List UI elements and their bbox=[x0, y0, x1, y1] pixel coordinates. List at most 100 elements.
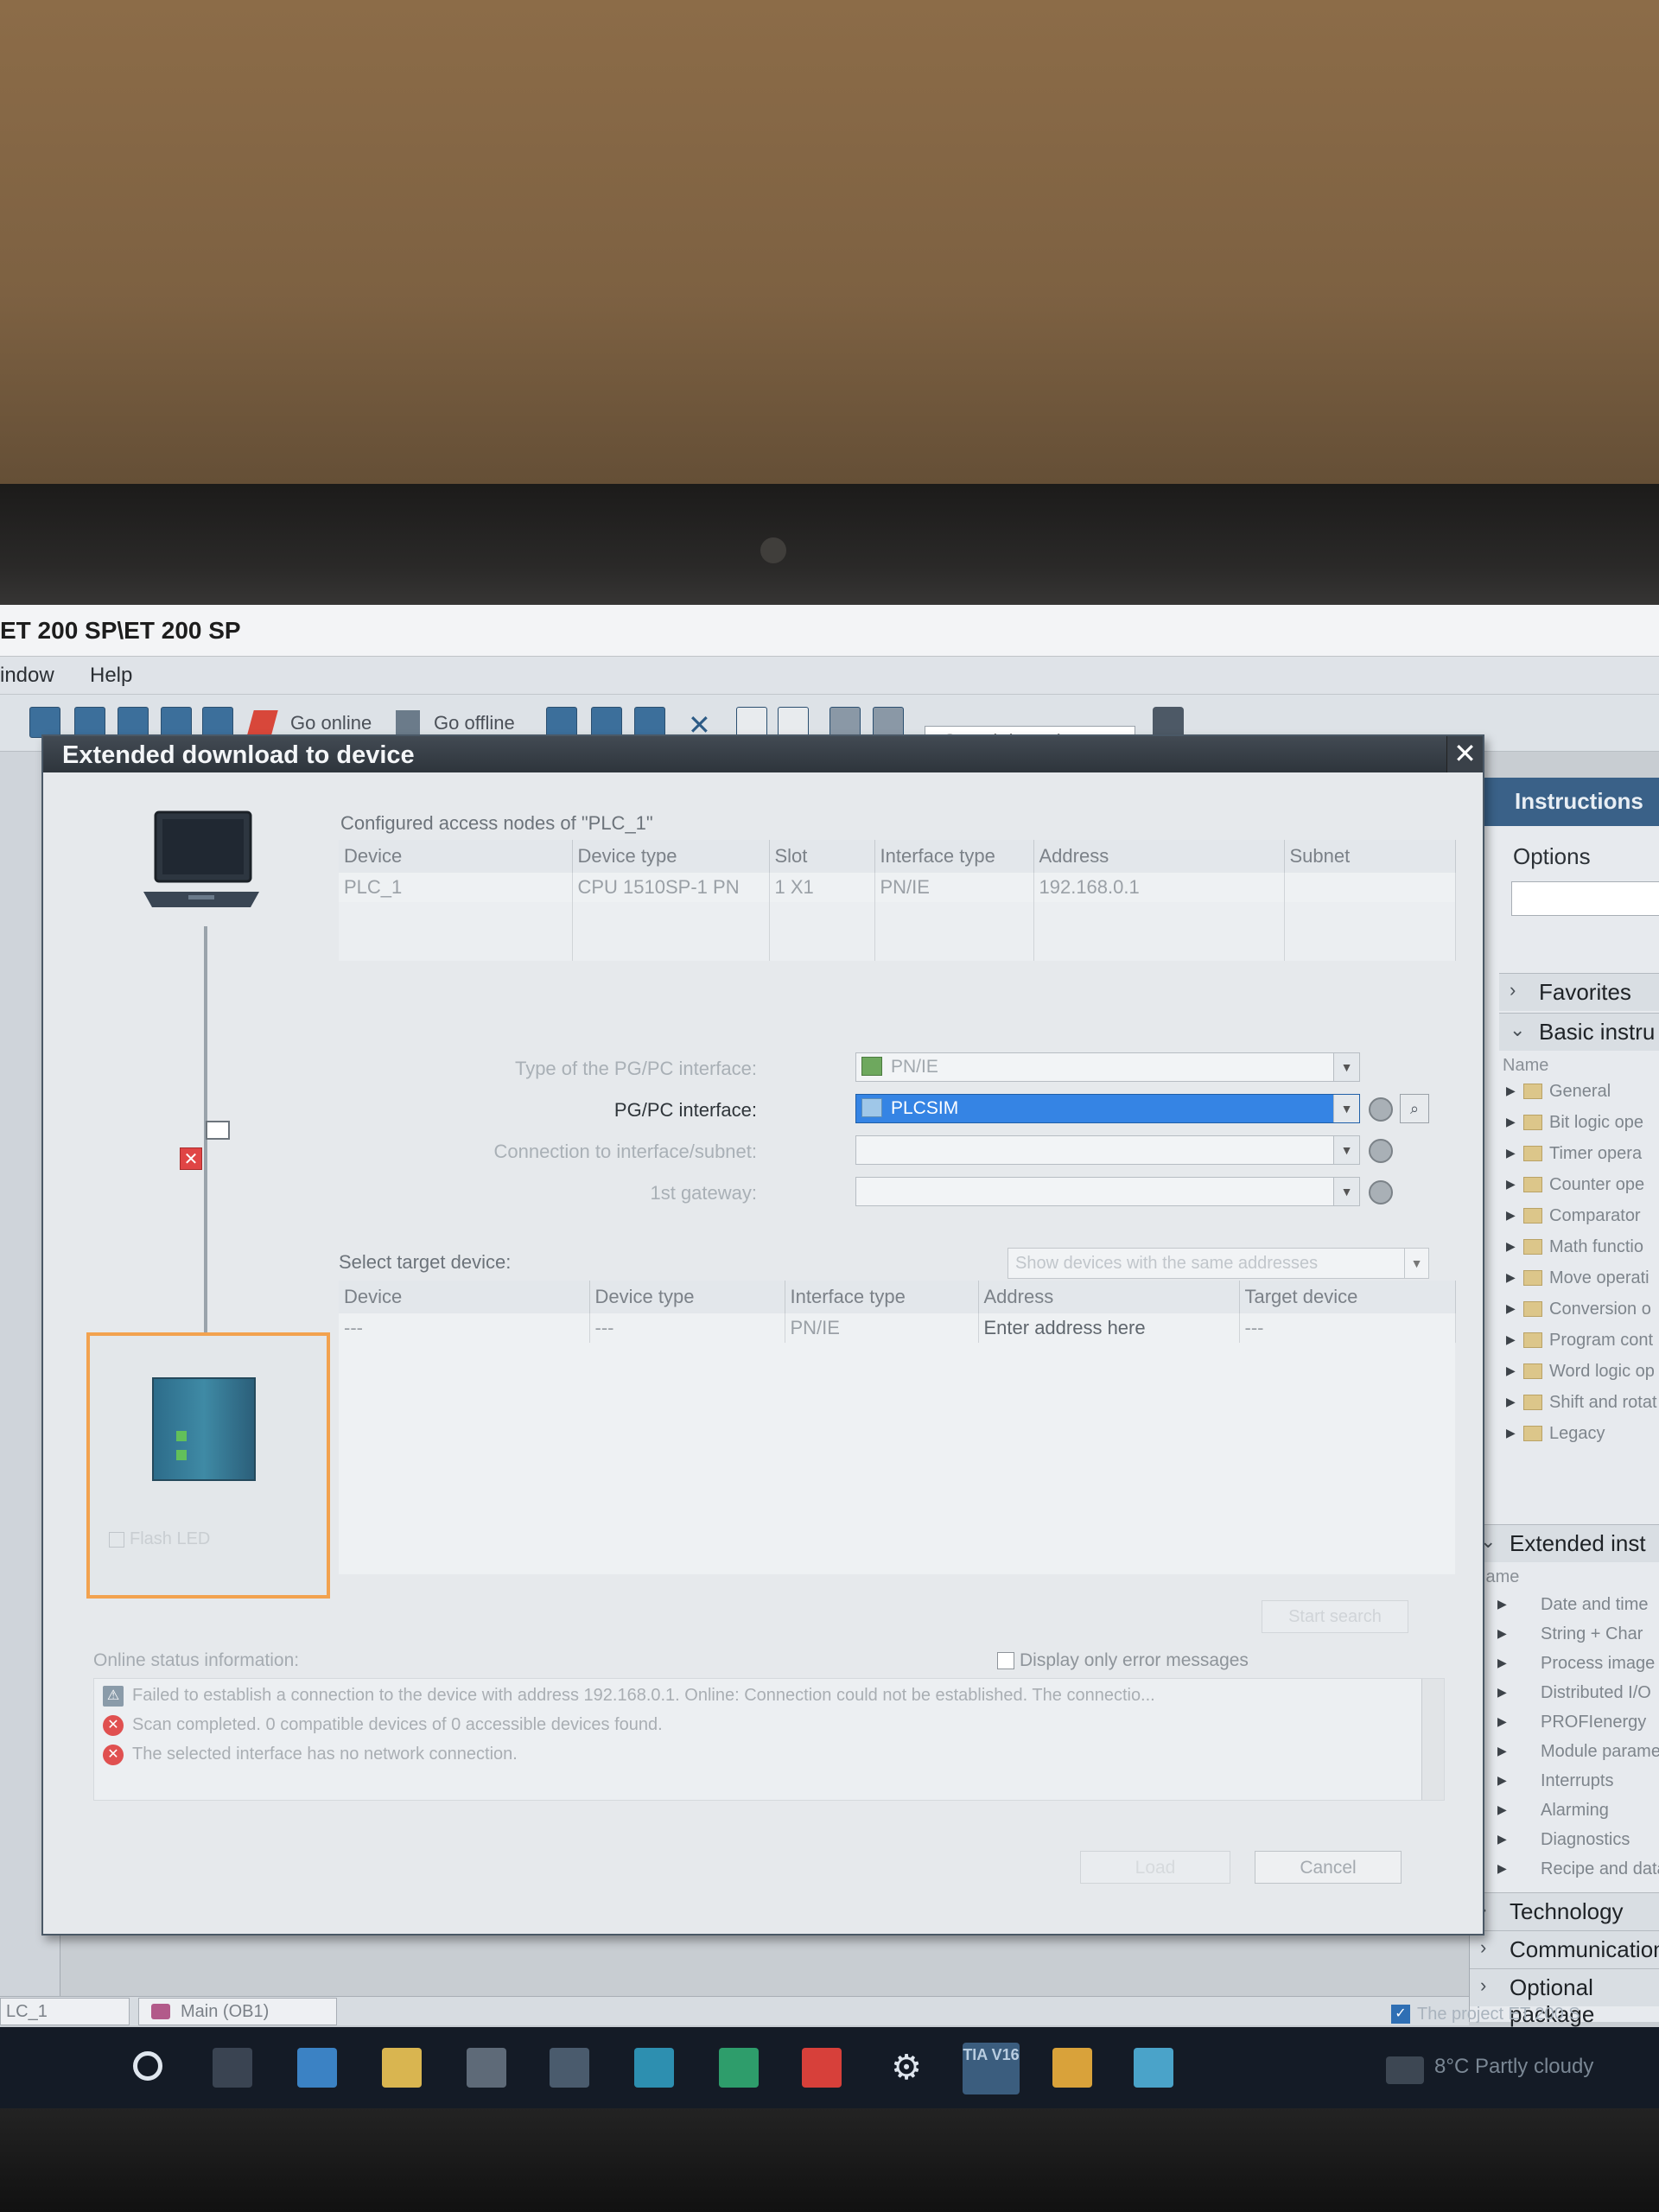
go-online-button[interactable]: Go online bbox=[290, 712, 372, 734]
interface-icon bbox=[861, 1057, 882, 1076]
cell-address-input[interactable]: Enter address here bbox=[978, 1313, 1240, 1343]
checkmark-icon: ✓ bbox=[1391, 2005, 1410, 2024]
flash-led-checkbox[interactable]: Flash LED bbox=[109, 1529, 264, 1549]
connection-subnet-select[interactable]: ▼ bbox=[855, 1135, 1360, 1165]
options-label[interactable]: Options bbox=[1513, 843, 1591, 870]
chevron-down-icon: ▼ bbox=[1333, 1095, 1359, 1122]
show-devices-filter-select[interactable]: Show devices with the same addresses ▼ bbox=[1007, 1248, 1429, 1279]
online-status-label: Online status information: bbox=[93, 1650, 300, 1670]
search-circle-icon[interactable] bbox=[133, 2051, 162, 2081]
checkbox-icon bbox=[997, 1652, 1014, 1670]
table-header-row: Device Device type Slot Interface type A… bbox=[339, 840, 1456, 873]
app-icon-3[interactable] bbox=[634, 2048, 674, 2088]
close-icon[interactable]: ✕ bbox=[1446, 736, 1483, 772]
extended-instructions-section[interactable]: ⌄ Extended inst bbox=[1470, 1524, 1659, 1562]
pgpc-interface-label: PG/PC interface: bbox=[613, 1099, 757, 1121]
subnet-properties-icon[interactable] bbox=[1369, 1139, 1393, 1163]
folder-icon bbox=[1523, 1177, 1542, 1192]
monitor-bezel bbox=[0, 484, 1659, 622]
weather-text[interactable]: 8°C Partly cloudy bbox=[1434, 2055, 1593, 2079]
compile-icon[interactable] bbox=[202, 707, 233, 738]
column-header: Device type bbox=[572, 840, 770, 873]
app-icon-4[interactable] bbox=[719, 2048, 759, 2088]
chevron-down-icon: ▼ bbox=[1333, 1053, 1359, 1081]
snipping-tool-icon[interactable] bbox=[550, 2048, 589, 2088]
app-icon-2[interactable] bbox=[467, 2048, 506, 2088]
menu-help[interactable]: Help bbox=[90, 664, 132, 688]
block-icon bbox=[151, 2004, 170, 2019]
menu-window[interactable]: indow bbox=[0, 664, 54, 688]
gateway-properties-icon[interactable] bbox=[1369, 1180, 1393, 1205]
split-vertical-icon[interactable] bbox=[778, 707, 809, 738]
chevron-down-icon: ▼ bbox=[1333, 1178, 1359, 1205]
expand-icon: ▶ bbox=[1497, 1626, 1507, 1640]
log-scrollbar[interactable] bbox=[1421, 1679, 1444, 1800]
tia-portal-icon[interactable]: TIA V16 bbox=[963, 2043, 1020, 2094]
binoculars-icon[interactable] bbox=[1153, 707, 1184, 738]
expand-icon: ▶ bbox=[1497, 1744, 1507, 1758]
expand-icon: ▶ bbox=[1497, 1714, 1507, 1728]
start-cpu-icon[interactable] bbox=[591, 707, 622, 738]
pgpc-type-select[interactable]: PN/IE ▼ bbox=[855, 1052, 1360, 1082]
pgpc-type-label: Type of the PG/PC interface: bbox=[514, 1058, 757, 1079]
column-header: Device bbox=[339, 1281, 590, 1313]
cell-device: --- bbox=[339, 1313, 590, 1343]
expand-icon: ▶ bbox=[1497, 1773, 1507, 1787]
display-errors-checkbox[interactable]: Display only error messages bbox=[997, 1650, 1249, 1671]
cancel-button[interactable]: Cancel bbox=[1255, 1851, 1402, 1884]
select-target-label: Select target device: bbox=[339, 1251, 512, 1273]
menu-bar: indow Help bbox=[0, 657, 1659, 695]
magnifier-icon[interactable]: ⌕ bbox=[1400, 1094, 1429, 1123]
favorites-section[interactable]: › Favorites bbox=[1499, 973, 1659, 1011]
plug-icon bbox=[206, 1121, 230, 1140]
go-offline-icon[interactable] bbox=[396, 710, 420, 734]
folder-icon bbox=[1523, 1270, 1542, 1286]
file-explorer-icon[interactable] bbox=[382, 2048, 422, 2088]
folder-icon bbox=[1523, 1395, 1542, 1410]
download-icon[interactable] bbox=[74, 707, 105, 738]
show-devices-value: Show devices with the same addresses bbox=[1015, 1254, 1319, 1273]
simulation-icon[interactable] bbox=[161, 707, 192, 738]
basic-instructions-section[interactable]: ⌄ Basic instru bbox=[1499, 1013, 1659, 1051]
app-icon-1[interactable] bbox=[297, 2048, 337, 2088]
maximize-icon[interactable] bbox=[830, 707, 861, 738]
log-entry: The selected interface has no network co… bbox=[132, 1745, 518, 1764]
upload-icon[interactable] bbox=[118, 707, 149, 738]
app-icon-5[interactable] bbox=[1052, 2048, 1092, 2088]
network-icon[interactable] bbox=[29, 707, 60, 738]
table-row[interactable]: PLC_1 CPU 1510SP-1 PN 1 X1 PN/IE 192.168… bbox=[339, 873, 1456, 902]
app-icon-6[interactable] bbox=[1134, 2048, 1173, 2088]
expand-icon: ▶ bbox=[1497, 1685, 1507, 1699]
table-row[interactable]: --- --- PN/IE Enter address here --- bbox=[339, 1313, 1456, 1343]
tab-main-ob1[interactable]: Main (OB1) bbox=[138, 1998, 337, 2025]
go-offline-button[interactable]: Go offline bbox=[434, 712, 515, 734]
tab-plc[interactable]: LC_1 bbox=[0, 1998, 130, 2025]
chevron-right-icon: › bbox=[1510, 979, 1516, 1001]
accessible-devices-icon[interactable] bbox=[546, 707, 577, 738]
optional-packages-section[interactable]: › Optional package bbox=[1470, 1968, 1659, 2027]
table-row-empty bbox=[339, 931, 1456, 961]
interface-properties-icon[interactable] bbox=[1369, 1097, 1393, 1122]
status-led-icon bbox=[176, 1431, 187, 1441]
options-search-input[interactable] bbox=[1511, 881, 1659, 916]
instructions-tab[interactable]: Instructions bbox=[1470, 778, 1659, 826]
split-horizontal-icon[interactable] bbox=[736, 707, 767, 738]
minimize-icon[interactable] bbox=[873, 707, 904, 738]
laptop-icon bbox=[143, 810, 259, 907]
flash-led-label: Flash LED bbox=[130, 1529, 211, 1548]
folder-icon bbox=[1523, 1084, 1542, 1099]
load-button[interactable]: Load bbox=[1080, 1851, 1230, 1884]
weather-icon[interactable] bbox=[1386, 2056, 1424, 2084]
task-view-icon[interactable] bbox=[213, 2048, 252, 2088]
settings-gear-icon[interactable]: ⚙ bbox=[887, 2048, 926, 2088]
stop-cpu-icon[interactable] bbox=[634, 707, 665, 738]
project-status-message: ✓ The project ET 200 S bbox=[1391, 2005, 1580, 2024]
acrobat-icon[interactable] bbox=[802, 2048, 842, 2088]
technology-section[interactable]: › Technology bbox=[1470, 1892, 1659, 1930]
go-online-icon[interactable] bbox=[247, 710, 278, 734]
communication-section[interactable]: › Communication bbox=[1470, 1930, 1659, 1968]
start-search-button[interactable]: Start search bbox=[1262, 1600, 1408, 1633]
gateway-select[interactable]: ▼ bbox=[855, 1177, 1360, 1206]
pgpc-interface-select[interactable]: PLCSIM ▼ bbox=[855, 1094, 1360, 1123]
folder-icon bbox=[1523, 1426, 1542, 1441]
